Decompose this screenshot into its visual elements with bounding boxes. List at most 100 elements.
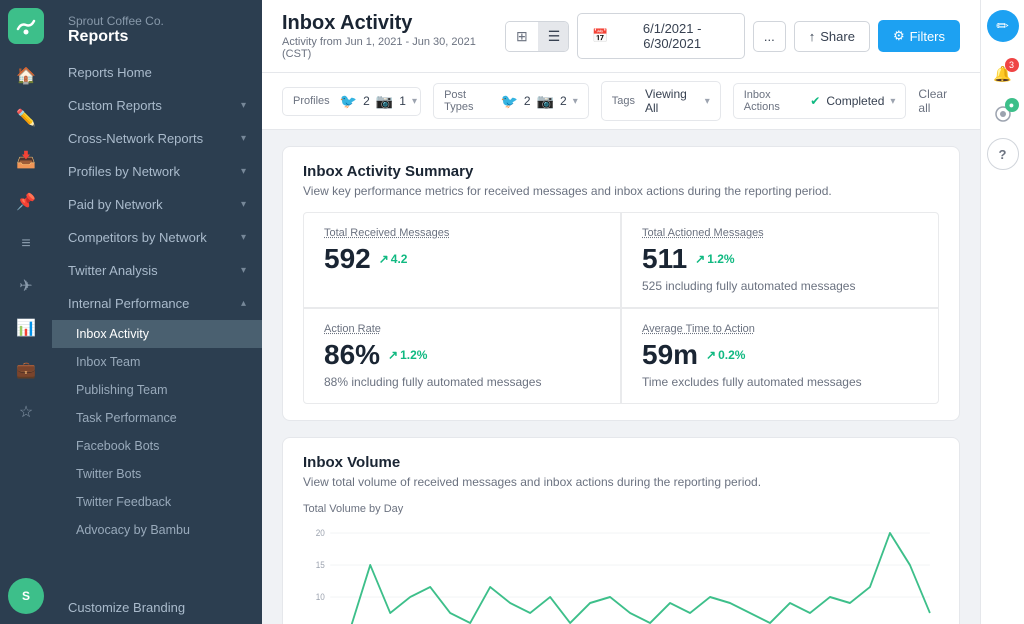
customize-branding[interactable]: Customize Branding: [52, 591, 262, 624]
icon-sidebar: 🏠 ✏️ 📥 📌 ≡ ✈ 📊 💼 ☆ S: [0, 0, 52, 624]
sidebar-item-inbox-activity[interactable]: Inbox Activity: [52, 320, 262, 348]
more-button[interactable]: ...: [753, 21, 786, 52]
tasks-icon[interactable]: 📌: [8, 184, 44, 220]
write-button[interactable]: ✏: [987, 10, 1019, 42]
svg-text:10: 10: [316, 592, 325, 602]
sidebar-item-profiles-by-network[interactable]: Profiles by Network ▾: [52, 155, 262, 188]
tags-filter[interactable]: Tags Viewing All ▾: [601, 81, 721, 121]
brand-area: Sprout Coffee Co. Reports: [52, 0, 262, 56]
list-view-button[interactable]: ☰: [538, 22, 570, 51]
publishing-icon[interactable]: ✈: [8, 268, 44, 304]
sidebar-item-inbox-team[interactable]: Inbox Team: [52, 348, 262, 376]
section-title: Reports: [68, 28, 246, 46]
sidebar-item-twitter-analysis[interactable]: Twitter Analysis ▾: [52, 254, 262, 287]
chevron-down-icon: ▾: [241, 133, 246, 144]
chart-area: 20 15 10 5 0 1 2 3 4 5 6 7: [303, 523, 939, 624]
metric-subtext: Time excludes fully automated messages: [642, 375, 918, 389]
title-area: Inbox Activity Activity from Jun 1, 2021…: [282, 12, 505, 60]
sidebar-item-publishing-team[interactable]: Publishing Team: [52, 376, 262, 404]
metric-change: 4.2: [379, 252, 408, 266]
clear-all-button[interactable]: Clear all: [918, 87, 960, 115]
starred-icon[interactable]: ☆: [8, 394, 44, 430]
svg-text:20: 20: [316, 528, 325, 538]
sidebar-item-reports-home[interactable]: Reports Home: [52, 56, 262, 89]
grid-view-button[interactable]: ⊞: [506, 22, 538, 51]
active-badge: ●: [1005, 98, 1019, 112]
bell-button[interactable]: 🔔 3: [987, 58, 1019, 90]
summary-title: Inbox Activity Summary: [303, 163, 939, 180]
inbox-icon[interactable]: 📥: [8, 142, 44, 178]
profiles-filter[interactable]: Profiles 🐦 2 📷 1 ▾: [282, 87, 421, 116]
metric-subtext: 88% including fully automated messages: [324, 375, 600, 389]
metric-avg-time: Average Time to Action 59m 0.2% Time exc…: [621, 308, 939, 404]
twitter-icon: 🐦: [340, 93, 357, 110]
sidebar-item-twitter-feedback[interactable]: Twitter Feedback: [52, 488, 262, 516]
metric-value: 59m 0.2%: [642, 339, 918, 371]
sidebar-item-task-performance[interactable]: Task Performance: [52, 404, 262, 432]
metric-change: 1.2%: [695, 252, 734, 266]
feeds-icon[interactable]: ≡: [8, 226, 44, 262]
page-title: Inbox Activity: [282, 12, 505, 35]
metric-value: 592 4.2: [324, 243, 600, 275]
user-avatar[interactable]: S: [8, 578, 44, 614]
main-content: Inbox Activity Activity from Jun 1, 2021…: [262, 0, 980, 624]
metric-label: Action Rate: [324, 323, 600, 335]
post-types-filter[interactable]: Post Types 🐦 2 📷 2 ▾: [433, 83, 589, 119]
filters-button[interactable]: ⚙ Filters: [878, 20, 960, 52]
home-icon[interactable]: 🏠: [8, 58, 44, 94]
volume-subtitle: View total volume of received messages a…: [303, 475, 939, 489]
summary-grid: Total Received Messages 592 4.2 Total Ac…: [303, 212, 939, 404]
metric-label: Total Actioned Messages: [642, 227, 918, 239]
share-button[interactable]: ↑ Share: [794, 21, 870, 52]
metric-change: 0.2%: [706, 348, 745, 362]
instagram-icon: 📷: [376, 93, 393, 110]
summary-card: Inbox Activity Summary View key performa…: [282, 146, 960, 421]
plan-button[interactable]: ●: [987, 98, 1019, 130]
chevron-down-icon: ▾: [241, 166, 246, 177]
chevron-down-icon: ▾: [705, 96, 710, 107]
filters-bar: Profiles 🐦 2 📷 1 ▾ Post Types 🐦 2 📷 2 ▾ …: [262, 73, 980, 130]
chevron-down-icon: ▾: [412, 96, 417, 107]
calendar-icon: 📅: [592, 28, 608, 44]
sidebar-item-cross-network[interactable]: Cross-Network Reports ▾: [52, 122, 262, 155]
check-icon: ✔: [810, 94, 820, 108]
analytics-icon[interactable]: 📊: [8, 310, 44, 346]
svg-text:15: 15: [316, 560, 325, 570]
view-toggle: ⊞ ☰: [505, 21, 569, 52]
chevron-down-icon: ▾: [241, 100, 246, 111]
notification-badge: 3: [1005, 58, 1019, 72]
inbox-actions-filter[interactable]: Inbox Actions ✔ Completed ▾: [733, 83, 907, 119]
metric-total-received: Total Received Messages 592 4.2: [303, 212, 621, 308]
date-range-button[interactable]: 📅 6/1/2021 - 6/30/2021: [577, 13, 745, 59]
share-icon: ↑: [809, 29, 816, 44]
toolbar-actions: ⊞ ☰ 📅 6/1/2021 - 6/30/2021 ... ↑ Share ⚙…: [505, 13, 960, 59]
chevron-up-icon: ▴: [241, 298, 246, 309]
nav-group-main: Reports Home Custom Reports ▾ Cross-Netw…: [52, 56, 262, 544]
summary-subtitle: View key performance metrics for receive…: [303, 184, 939, 198]
sidebar-item-internal-performance[interactable]: Internal Performance ▴: [52, 287, 262, 320]
chevron-down-icon: ▾: [573, 96, 578, 107]
compose-icon[interactable]: ✏️: [8, 100, 44, 136]
metric-action-rate: Action Rate 86% 1.2% 88% including fully…: [303, 308, 621, 404]
sidebar-item-paid-by-network[interactable]: Paid by Network ▾: [52, 188, 262, 221]
metric-total-actioned: Total Actioned Messages 511 1.2% 525 inc…: [621, 212, 939, 308]
app-logo[interactable]: [8, 8, 44, 44]
sidebar-item-facebook-bots[interactable]: Facebook Bots: [52, 432, 262, 460]
metric-value: 511 1.2%: [642, 243, 918, 275]
sidebar-item-custom-reports[interactable]: Custom Reports ▾: [52, 89, 262, 122]
metric-label: Average Time to Action: [642, 323, 918, 335]
content-area: Inbox Activity Summary View key performa…: [262, 130, 980, 624]
sidebar-item-competitors-by-network[interactable]: Competitors by Network ▾: [52, 221, 262, 254]
help-button[interactable]: ?: [987, 138, 1019, 170]
listening-icon[interactable]: 💼: [8, 352, 44, 388]
metric-subtext: 525 including fully automated messages: [642, 279, 918, 293]
chart-label: Total Volume by Day: [303, 503, 939, 515]
sidebar-item-twitter-bots[interactable]: Twitter Bots: [52, 460, 262, 488]
twitter-icon: 🐦: [500, 93, 517, 110]
sidebar-item-advocacy[interactable]: Advocacy by Bambu: [52, 516, 262, 544]
volume-card: Inbox Volume View total volume of receiv…: [282, 437, 960, 624]
chevron-down-icon: ▾: [241, 232, 246, 243]
page-subtitle: Activity from Jun 1, 2021 - Jun 30, 2021…: [282, 36, 505, 60]
metric-label: Total Received Messages: [324, 227, 600, 239]
chevron-down-icon: ▾: [241, 265, 246, 276]
